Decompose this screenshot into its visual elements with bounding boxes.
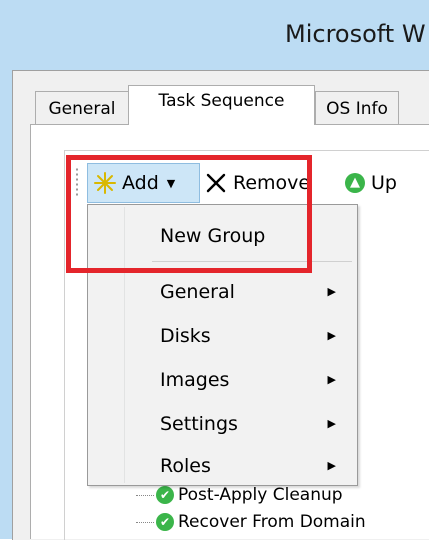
x-icon	[206, 173, 226, 193]
add-label: Add	[122, 172, 159, 194]
menu-item-settings[interactable]: Settings ▶	[90, 403, 356, 445]
menu-item-general[interactable]: General ▶	[90, 271, 356, 313]
tree-connector	[136, 521, 154, 523]
submenu-arrow-icon: ▶	[327, 373, 336, 386]
menu-item-label: Disks	[160, 325, 211, 347]
tree-item[interactable]: ✔ Post-Apply Cleanup	[136, 485, 343, 505]
menu-item-label: New Group	[160, 225, 266, 247]
remove-label: Remove	[233, 172, 311, 194]
submenu-arrow-icon: ▶	[327, 417, 336, 430]
submenu-arrow-icon: ▶	[327, 329, 336, 342]
check-icon: ✔	[156, 513, 174, 531]
menu-item-label: Roles	[160, 455, 211, 477]
submenu-arrow-icon: ▶	[327, 459, 336, 472]
menu-item-new-group[interactable]: New Group	[90, 215, 356, 257]
menu-item-roles[interactable]: Roles ▶	[90, 445, 356, 487]
tree-item[interactable]: ✔ Recover From Domain	[136, 512, 366, 532]
up-label: Up	[371, 172, 397, 194]
menu-item-label: General	[160, 281, 235, 303]
tab-task-sequence[interactable]: Task Sequence	[128, 85, 315, 125]
remove-button[interactable]: Remove	[205, 163, 310, 203]
add-dropdown-menu: New Group General ▶ Disks ▶ Images ▶ Set…	[87, 204, 358, 486]
menu-separator	[152, 261, 352, 262]
dropdown-caret-icon: ▼	[166, 176, 176, 190]
window-title: Microsoft W	[285, 20, 426, 48]
menu-item-label: Images	[160, 369, 230, 391]
up-arrow-icon: ▲	[345, 173, 365, 193]
toolbar: Add ▼ Remove ▲ Up	[75, 163, 429, 203]
tab-general[interactable]: General	[35, 91, 129, 124]
tree-item-label: Recover From Domain	[178, 512, 366, 532]
submenu-arrow-icon: ▶	[327, 285, 336, 298]
add-button[interactable]: Add ▼	[87, 163, 200, 203]
tree-connector	[136, 494, 154, 496]
menu-item-disks[interactable]: Disks ▶	[90, 315, 356, 357]
menu-item-label: Settings	[160, 413, 238, 435]
toolbar-grip[interactable]	[75, 167, 79, 197]
star-icon	[94, 172, 116, 194]
title-bar: Microsoft W	[0, 0, 429, 68]
tab-os-info[interactable]: OS Info	[315, 91, 399, 124]
up-button[interactable]: ▲ Up	[345, 163, 397, 203]
menu-item-images[interactable]: Images ▶	[90, 359, 356, 401]
check-icon: ✔	[156, 486, 174, 504]
tree-item-label: Post-Apply Cleanup	[178, 485, 343, 505]
